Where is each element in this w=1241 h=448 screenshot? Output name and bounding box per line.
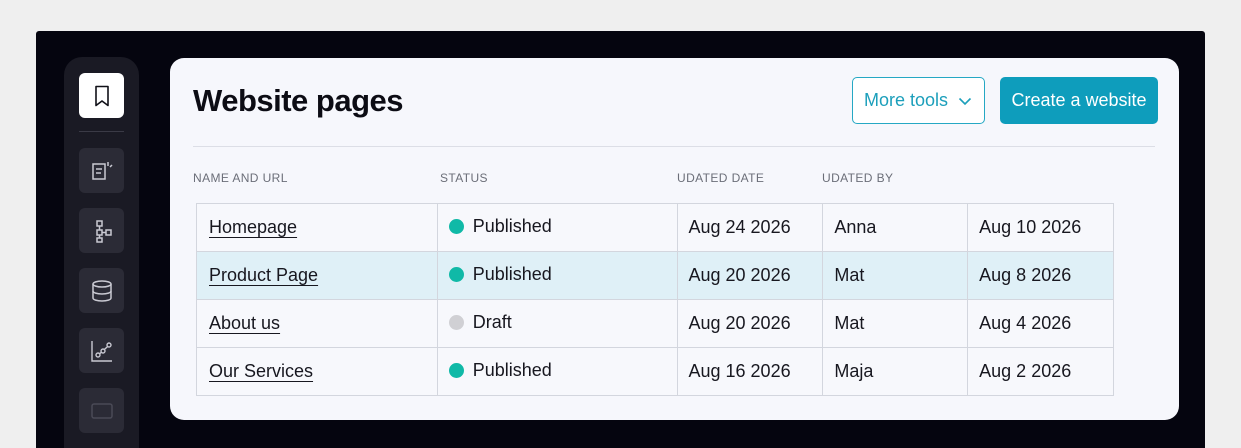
header-divider [193, 146, 1155, 147]
more-tools-label: More tools [863, 90, 949, 110]
status-label: Published [472, 264, 552, 284]
chevron-down-icon [958, 97, 972, 105]
status-dot-draft [448, 315, 464, 330]
status-badge: Published [448, 264, 552, 285]
sidebar-item-window[interactable] [79, 388, 124, 433]
pages-table: Homepage Published Aug 24 2026 Anna Aug … [196, 203, 1114, 396]
status-label: Draft [472, 312, 512, 332]
more-tools-button[interactable]: More tools [852, 77, 985, 124]
page-edit-icon [91, 161, 113, 180]
updated-by-cell: Maja [822, 347, 969, 396]
status-dot-published [448, 363, 464, 378]
page-link[interactable]: About us [209, 313, 280, 333]
date-cell: Aug 4 2026 [967, 299, 1114, 348]
page-link[interactable]: Product Page [209, 265, 318, 285]
sidebar-item-bookmarks[interactable] [79, 73, 124, 118]
sidebar-item-database[interactable] [79, 268, 124, 313]
sitemap-icon [95, 219, 112, 243]
updated-by-cell: Mat [822, 251, 969, 300]
column-header-updated-by: UDATED BY [822, 171, 894, 185]
analytics-icon [90, 340, 112, 362]
status-label: Published [472, 360, 552, 380]
column-header-status: STATUS [440, 171, 488, 185]
date-cell: Aug 2 2026 [967, 347, 1114, 396]
table-row[interactable]: About us Draft Aug 20 2026 Mat Aug 4 202… [196, 299, 1114, 348]
table-row[interactable]: Homepage Published Aug 24 2026 Anna Aug … [196, 203, 1114, 252]
database-icon [91, 279, 112, 302]
updated-date-cell: Aug 16 2026 [676, 347, 824, 396]
status-label: Published [472, 216, 552, 236]
table-row[interactable]: Our Services Published Aug 16 2026 Maja … [196, 347, 1114, 396]
page-title: Website pages [193, 83, 404, 118]
create-website-button[interactable]: Create a website [1000, 77, 1158, 124]
column-header-name: NAME AND URL [193, 171, 288, 185]
date-cell: Aug 8 2026 [967, 251, 1114, 300]
status-badge: Published [448, 216, 552, 237]
status-badge: Published [448, 360, 552, 381]
table-row[interactable]: Product Page Published Aug 20 2026 Mat A… [196, 251, 1114, 300]
sidebar-item-analytics[interactable] [79, 328, 124, 373]
status-dot-published [448, 267, 464, 282]
updated-date-cell: Aug 20 2026 [676, 251, 824, 300]
updated-date-cell: Aug 20 2026 [676, 299, 824, 348]
page-link[interactable]: Homepage [209, 217, 297, 237]
status-dot-published [448, 219, 464, 234]
status-badge: Draft [448, 312, 512, 333]
column-header-updated-date: UDATED DATE [677, 171, 765, 185]
sidebar-item-sitemap[interactable] [79, 208, 124, 253]
window-icon [90, 402, 113, 419]
bookmark-icon [94, 85, 109, 106]
updated-date-cell: Aug 24 2026 [676, 203, 824, 252]
date-cell: Aug 10 2026 [967, 203, 1114, 252]
updated-by-cell: Anna [822, 203, 969, 252]
updated-by-cell: Mat [822, 299, 969, 348]
page-link[interactable]: Our Services [209, 361, 313, 381]
sidebar-item-pages[interactable] [79, 148, 124, 193]
sidebar-divider [79, 131, 124, 132]
